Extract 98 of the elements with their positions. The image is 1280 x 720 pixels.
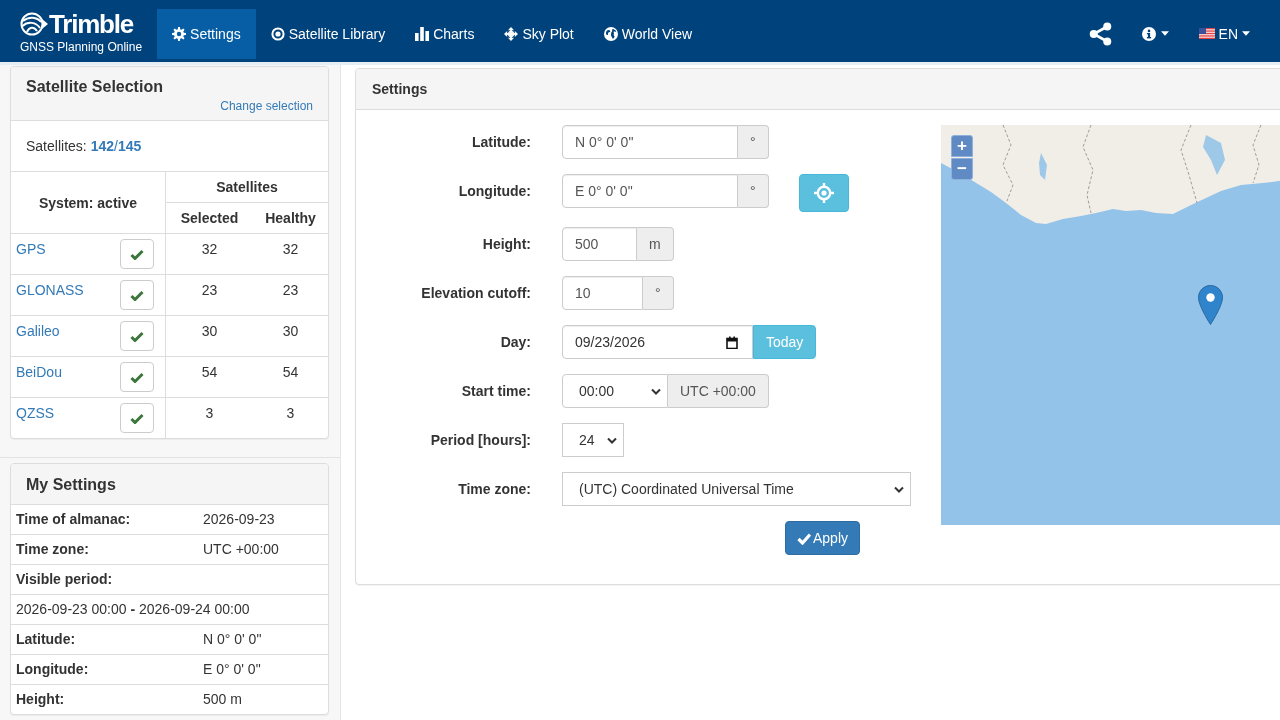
system-name-link[interactable]: Galileo bbox=[16, 321, 60, 341]
gear-icon bbox=[172, 26, 187, 41]
nav-tab[interactable]: Settings bbox=[157, 8, 256, 59]
setting-value: 2026-09-23 bbox=[198, 505, 328, 535]
select-field[interactable]: 24 bbox=[562, 423, 624, 457]
table-cell: 32 bbox=[253, 233, 328, 275]
field-label: Day: bbox=[499, 333, 531, 352]
chevron-down-icon bbox=[894, 485, 904, 493]
system-toggle-button[interactable] bbox=[120, 321, 154, 351]
visible-period-text: 2026-09-23 00:00 - 2026-09-24 00:00 bbox=[11, 594, 328, 625]
satellite-count: 142/145 bbox=[90, 137, 142, 156]
system-name-link[interactable]: QZSS bbox=[16, 403, 55, 423]
globe-icon bbox=[603, 26, 618, 41]
satellites-label: Satellites: bbox=[26, 137, 87, 156]
nav-tab[interactable]: Satellite Library bbox=[255, 8, 401, 59]
system-name-link[interactable]: GPS bbox=[16, 239, 46, 259]
zoom-out-button[interactable]: − bbox=[951, 158, 973, 180]
share-icon[interactable] bbox=[1088, 21, 1112, 46]
check-icon bbox=[130, 248, 144, 260]
setting-label: Latitude: bbox=[11, 624, 198, 655]
date-field[interactable]: 09/23/2026 bbox=[562, 325, 753, 359]
setting-label: Longitude: bbox=[11, 654, 198, 685]
field-label: Latitude: bbox=[470, 133, 531, 152]
select-field[interactable]: 00:00 bbox=[562, 374, 668, 408]
field-label: Period [hours]: bbox=[429, 431, 531, 450]
column-header: System: active bbox=[11, 171, 166, 234]
change-selection-link[interactable]: Change selection bbox=[220, 97, 313, 115]
field-label: Longitude: bbox=[457, 182, 531, 201]
setting-value: N 0° 0' 0" bbox=[198, 624, 328, 655]
info-menu-button[interactable] bbox=[1141, 26, 1169, 41]
caret-down-icon bbox=[1160, 31, 1169, 36]
field-label: Start time: bbox=[460, 382, 531, 401]
flag-icon bbox=[1198, 28, 1215, 39]
caret-down-icon bbox=[1242, 31, 1250, 36]
unit-addon: m bbox=[637, 227, 674, 261]
setting-label: Visible period: bbox=[11, 564, 328, 595]
setting-value: E 0° 0' 0" bbox=[198, 654, 328, 685]
table-cell: 32 bbox=[165, 233, 253, 275]
table-cell: 54 bbox=[165, 356, 253, 398]
chevron-down-icon bbox=[651, 387, 661, 395]
nav-tab[interactable]: World View bbox=[588, 8, 708, 59]
system-name-link[interactable]: GLONASS bbox=[16, 280, 84, 300]
setting-label: Time zone: bbox=[11, 534, 198, 565]
input-field[interactable]: N 0° 0' 0" bbox=[562, 125, 738, 159]
nav-tab[interactable]: Sky Plot bbox=[489, 8, 589, 59]
arrows-icon bbox=[504, 26, 519, 41]
table-cell: 30 bbox=[253, 315, 328, 357]
crosshair-icon bbox=[813, 183, 834, 203]
select-field[interactable]: (UTC) Coordinated Universal Time bbox=[562, 472, 911, 506]
panel-title: Satellite Selection bbox=[26, 77, 164, 97]
input-field[interactable]: 10 bbox=[562, 276, 643, 310]
nav-tab[interactable]: Charts bbox=[400, 8, 490, 59]
field-label: Time zone: bbox=[457, 480, 531, 499]
check-icon bbox=[797, 531, 811, 545]
unit-addon: ° bbox=[738, 125, 769, 159]
check-icon bbox=[130, 412, 144, 424]
map-marker-icon bbox=[1198, 285, 1223, 325]
table-cell: 3 bbox=[253, 397, 328, 438]
input-field[interactable]: 500 bbox=[562, 227, 637, 261]
bar-chart-icon bbox=[415, 26, 430, 41]
app-subtitle: GNSS Planning Online bbox=[20, 40, 143, 54]
unit-addon: UTC +00:00 bbox=[668, 374, 769, 408]
check-icon bbox=[130, 371, 144, 383]
dot-circle-icon bbox=[270, 26, 285, 41]
input-field[interactable]: E 0° 0' 0" bbox=[562, 174, 738, 208]
column-header: Healthy bbox=[253, 202, 328, 234]
system-toggle-button[interactable] bbox=[120, 403, 154, 433]
panel-title: Settings bbox=[372, 80, 429, 99]
table-cell: 23 bbox=[253, 274, 328, 316]
apply-button[interactable]: Apply bbox=[785, 521, 861, 555]
info-icon bbox=[1141, 26, 1156, 41]
unit-addon: ° bbox=[738, 174, 769, 208]
system-toggle-button[interactable] bbox=[120, 239, 154, 269]
calendar-icon bbox=[726, 335, 738, 349]
system-toggle-button[interactable] bbox=[120, 280, 154, 310]
check-icon bbox=[130, 330, 144, 342]
brand-name: Trimble bbox=[49, 11, 134, 37]
check-icon bbox=[130, 289, 144, 301]
column-header: Selected bbox=[165, 202, 253, 234]
zoom-in-button[interactable]: + bbox=[951, 135, 973, 157]
table-cell: 54 bbox=[253, 356, 328, 398]
table-cell: 23 bbox=[165, 274, 253, 316]
logo-icon bbox=[20, 12, 48, 36]
table-cell: 3 bbox=[165, 397, 253, 438]
setting-value: UTC +00:00 bbox=[198, 534, 328, 565]
setting-label: Height: bbox=[11, 684, 198, 714]
table-cell: 30 bbox=[165, 315, 253, 357]
setting-value: 500 m bbox=[198, 684, 328, 714]
chevron-down-icon bbox=[607, 436, 617, 444]
field-label: Height: bbox=[481, 235, 531, 254]
language-menu-button[interactable]: EN bbox=[1198, 25, 1250, 42]
system-toggle-button[interactable] bbox=[120, 362, 154, 392]
system-name-link[interactable]: BeiDou bbox=[16, 362, 62, 382]
field-label: Elevation cutoff: bbox=[420, 284, 531, 303]
unit-addon: ° bbox=[643, 276, 674, 310]
panel-title: My Settings bbox=[26, 475, 117, 495]
column-header: Satellites bbox=[165, 171, 328, 203]
setting-label: Time of almanac: bbox=[11, 505, 198, 535]
